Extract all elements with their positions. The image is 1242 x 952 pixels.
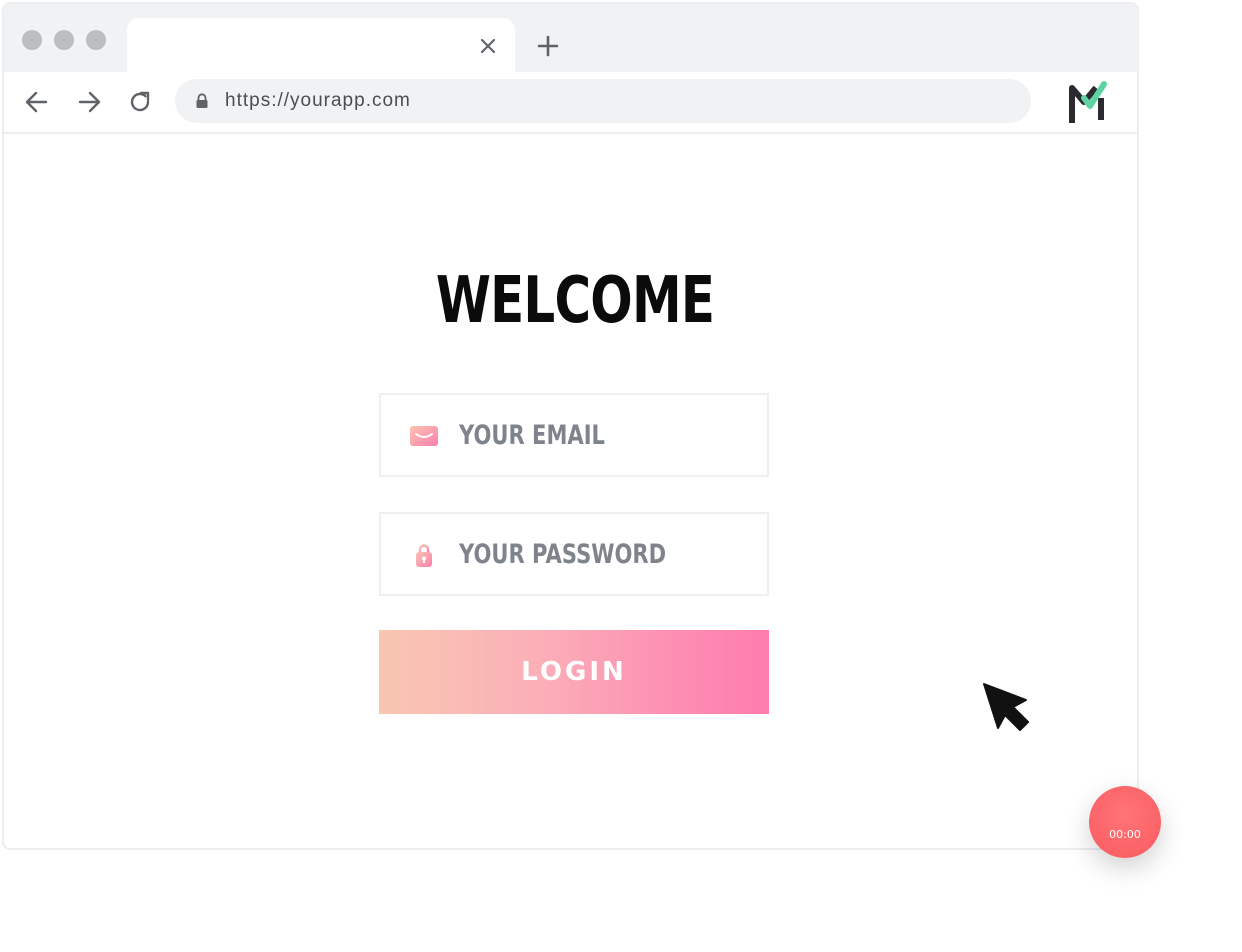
email-field[interactable] xyxy=(379,393,769,477)
browser-window: https://yourapp.com WELCOME YOUR EMAIL L… xyxy=(2,2,1139,850)
window-maximize-dot[interactable] xyxy=(86,30,106,50)
plus-icon[interactable] xyxy=(536,34,560,58)
arrow-left-icon[interactable] xyxy=(24,89,50,115)
window-minimize-dot[interactable] xyxy=(54,30,74,50)
record-timer: 00:00 xyxy=(1109,828,1141,841)
page-content: WELCOME YOUR EMAIL LOGIN xyxy=(4,134,1137,848)
close-icon[interactable] xyxy=(478,36,498,56)
envelope-icon xyxy=(410,426,438,446)
padlock-icon xyxy=(416,544,432,567)
email-input[interactable] xyxy=(459,415,686,455)
password-input[interactable] xyxy=(459,534,686,574)
tab-bar xyxy=(4,4,1137,74)
lock-icon xyxy=(196,93,208,108)
browser-toolbar: https://yourapp.com xyxy=(4,72,1137,134)
arrow-right-icon[interactable] xyxy=(76,89,102,115)
url-text: https://yourapp.com xyxy=(225,90,411,111)
m-check-logo-icon[interactable] xyxy=(1068,80,1108,124)
address-bar[interactable]: https://yourapp.com xyxy=(175,79,1031,123)
browser-tab[interactable] xyxy=(127,18,515,74)
password-field[interactable] xyxy=(379,512,769,596)
reload-icon[interactable] xyxy=(127,89,153,115)
pointer-arrow-icon xyxy=(983,683,1029,731)
page-title: WELCOME xyxy=(435,264,715,338)
record-button[interactable]: 00:00 xyxy=(1089,786,1161,858)
login-button[interactable]: LOGIN xyxy=(379,630,769,714)
window-close-dot[interactable] xyxy=(22,30,42,50)
